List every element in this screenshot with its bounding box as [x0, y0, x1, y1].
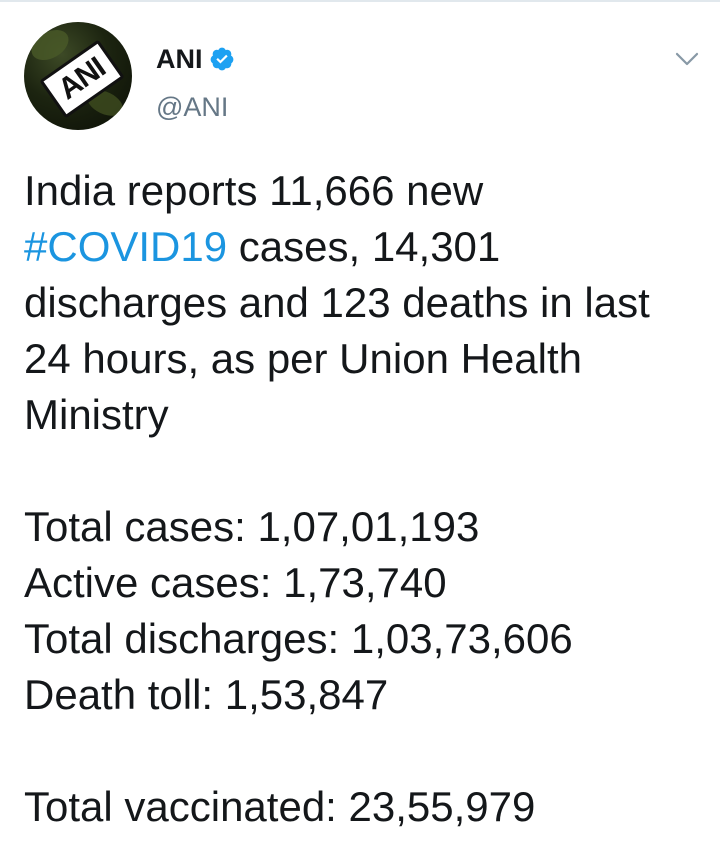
tweet-sentence: India reports 11,666 new #COVID19 cases, … — [24, 163, 704, 443]
tweet-sentence-part1: India reports 11,666 new — [24, 167, 484, 214]
vaccinated-line: Total vaccinated: 23,55,979 — [24, 783, 536, 830]
stat-line: Total discharges: 1,03,73,606 — [24, 615, 573, 662]
tweet-text: India reports 11,666 new #COVID19 cases, … — [24, 163, 704, 835]
tweet-header: ANI ANI @ANI — [24, 22, 700, 134]
verified-badge-icon — [210, 47, 233, 71]
stat-line: Death toll: 1,53,847 — [24, 671, 389, 718]
avatar-background-leaf — [26, 23, 74, 67]
avatar[interactable]: ANI — [24, 22, 132, 130]
author-name-row[interactable]: ANI — [156, 42, 235, 76]
hashtag-link[interactable]: #COVID19 — [24, 223, 227, 270]
stat-line: Total cases: 1,07,01,193 — [24, 503, 480, 550]
stat-line: Active cases: 1,73,740 — [24, 559, 447, 606]
top-divider — [0, 0, 720, 2]
author-display-name[interactable]: ANI — [156, 44, 203, 75]
author-handle[interactable]: @ANI — [156, 92, 228, 123]
chevron-down-icon[interactable] — [672, 44, 702, 74]
